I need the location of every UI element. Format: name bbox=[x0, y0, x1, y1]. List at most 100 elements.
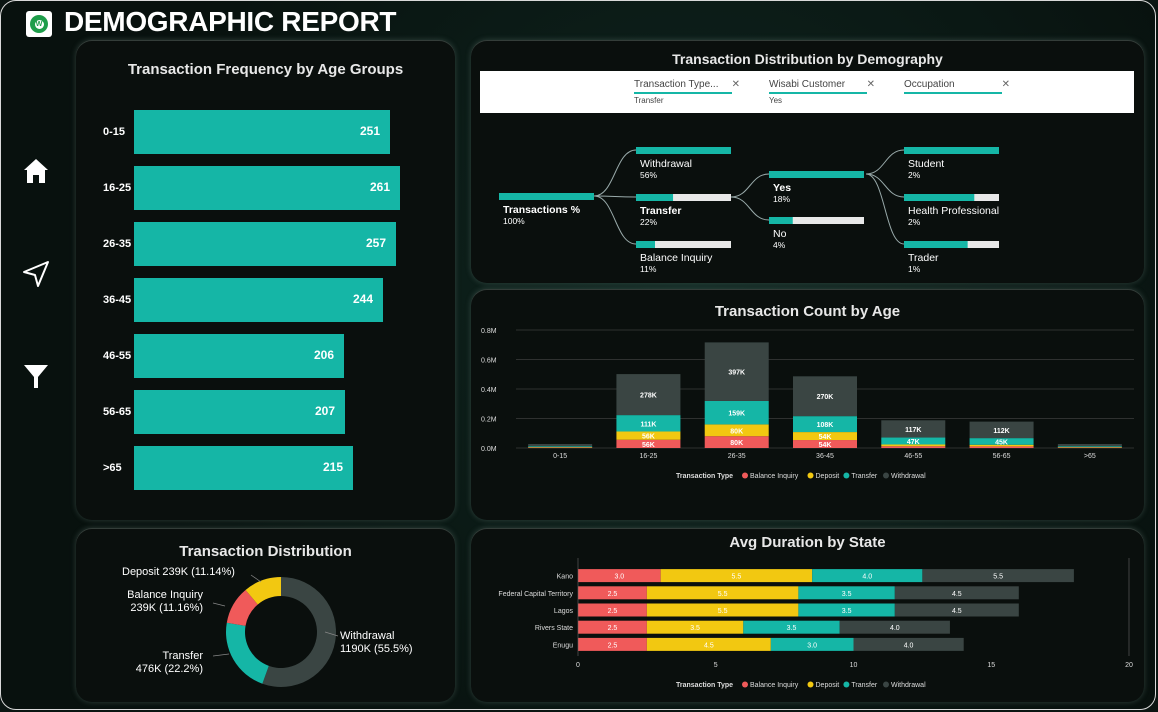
legend-label[interactable]: Transfer bbox=[851, 682, 877, 689]
legend-label[interactable]: Deposit bbox=[816, 682, 840, 689]
node-bar-fill bbox=[636, 147, 731, 154]
distribution-card: Transaction Distribution Withdrawal 1190K… bbox=[76, 528, 455, 702]
legend-swatch bbox=[807, 472, 814, 479]
node-bar-fill bbox=[769, 217, 793, 224]
age-bar[interactable]: 206 bbox=[134, 334, 344, 378]
y-tick-label: 0.4M bbox=[481, 387, 497, 394]
legend-swatch bbox=[742, 681, 748, 688]
age-bar[interactable]: 257 bbox=[134, 222, 396, 266]
decomposition-tree: Transactions %100%Withdrawal56%Transfer2… bbox=[499, 147, 999, 274]
filter-icon[interactable] bbox=[20, 360, 52, 392]
state-label: Lagos bbox=[554, 608, 574, 615]
state-label: Enugu bbox=[553, 642, 573, 649]
count-bar-segment[interactable] bbox=[881, 446, 946, 448]
node-label: Transfer bbox=[640, 205, 681, 217]
age-bar[interactable]: 251 bbox=[134, 110, 390, 154]
tree-node-customer[interactable]: Yes18% bbox=[769, 171, 864, 204]
tree-node-type[interactable]: Withdrawal56% bbox=[636, 147, 731, 180]
node-bar-fill bbox=[904, 241, 968, 248]
donut-label: Withdrawal bbox=[340, 630, 394, 642]
duration-data-label: 3.5 bbox=[690, 625, 700, 632]
legend-label[interactable]: Deposit bbox=[816, 473, 840, 480]
count-bar-segment[interactable] bbox=[1057, 446, 1122, 448]
demography-card: Transaction Distribution by Demography T… bbox=[471, 40, 1144, 283]
home-icon[interactable] bbox=[20, 155, 52, 187]
age-bar[interactable]: 215 bbox=[134, 446, 353, 490]
x-tick-label: 5 bbox=[714, 662, 718, 669]
tree-node-type[interactable]: Transfer22% bbox=[636, 194, 731, 227]
node-pct: 56% bbox=[640, 170, 657, 180]
state-label: Federal Capital Territory bbox=[498, 591, 573, 598]
x-tick-label: 16-25 bbox=[639, 453, 657, 460]
donut-leader bbox=[212, 653, 230, 657]
node-pct: 18% bbox=[773, 194, 790, 204]
count-bar-segment[interactable] bbox=[1057, 444, 1122, 447]
navigate-icon[interactable] bbox=[20, 258, 52, 290]
count-data-label: 159K bbox=[728, 411, 745, 418]
legend-swatch bbox=[742, 472, 748, 479]
count-bar-segment[interactable] bbox=[528, 444, 593, 447]
tree-node-occupation[interactable]: Health Professional2% bbox=[904, 194, 999, 227]
age-bar[interactable]: 261 bbox=[134, 166, 400, 210]
duration-data-label: 3.0 bbox=[807, 642, 817, 649]
count-data-label: 108K bbox=[817, 422, 834, 429]
duration-card: Avg Duration by State Kano 3.0 5.5 4.0 5.5 Fe… bbox=[471, 528, 1144, 702]
duration-data-label: 3.5 bbox=[787, 625, 797, 632]
age-bar[interactable]: 207 bbox=[134, 390, 345, 434]
tree-node-type[interactable]: Balance Inquiry11% bbox=[636, 241, 731, 274]
donut-label: Balance Inquiry bbox=[127, 589, 203, 601]
legend-label[interactable]: Withdrawal bbox=[891, 473, 926, 480]
age-bar-value: 257 bbox=[365, 236, 386, 250]
x-tick-label: 26-35 bbox=[728, 453, 746, 460]
node-pct: 1% bbox=[908, 264, 921, 274]
legend-title: Transaction Type bbox=[676, 682, 733, 689]
donut-slice[interactable] bbox=[226, 622, 269, 684]
tree-node-root[interactable]: Transactions %100% bbox=[499, 193, 594, 226]
tree-node-occupation[interactable]: Trader1% bbox=[904, 241, 999, 274]
duration-data-label: 5.5 bbox=[718, 591, 728, 598]
distribution-donut: Withdrawal1190K (55.5%) Transfer476K (22.… bbox=[122, 566, 413, 687]
tree-link bbox=[865, 173, 905, 198]
age-tick-label: 26-35 bbox=[103, 238, 132, 250]
y-tick-label: 0.2M bbox=[481, 417, 497, 424]
age-tick-label: 36-45 bbox=[103, 294, 132, 306]
node-label: Yes bbox=[773, 182, 791, 194]
node-label: Transactions % bbox=[503, 204, 581, 216]
count-data-label: 117K bbox=[905, 427, 921, 434]
node-bar-fill bbox=[636, 194, 674, 201]
legend-label[interactable]: Transfer bbox=[851, 473, 877, 480]
legend-label[interactable]: Balance Inquiry bbox=[750, 473, 799, 480]
count-bar-segment[interactable] bbox=[528, 446, 593, 448]
donut-value: 476K (22.2%) bbox=[136, 663, 203, 675]
tree-link bbox=[730, 196, 770, 221]
node-label: Trader bbox=[908, 252, 939, 264]
node-pct: 2% bbox=[908, 217, 921, 227]
age-bar[interactable]: 244 bbox=[134, 278, 383, 322]
node-pct: 100% bbox=[503, 216, 525, 226]
tree-link bbox=[865, 173, 905, 245]
node-label: No bbox=[773, 228, 787, 240]
duration-data-label: 3.5 bbox=[842, 608, 852, 615]
x-tick-label: >65 bbox=[1084, 453, 1096, 460]
node-bar-fill bbox=[904, 194, 975, 201]
count-data-label: 80K bbox=[730, 428, 743, 435]
legend-label[interactable]: Withdrawal bbox=[891, 682, 926, 689]
count-data-label: 80K bbox=[730, 440, 743, 447]
tree-link bbox=[730, 173, 770, 198]
duration-data-label: 4.0 bbox=[904, 642, 914, 649]
tree-node-occupation[interactable]: Student2% bbox=[904, 147, 999, 180]
duration-data-label: 4.5 bbox=[704, 642, 714, 649]
legend-label[interactable]: Balance Inquiry bbox=[750, 682, 799, 689]
tree-node-customer[interactable]: No4% bbox=[769, 217, 864, 250]
age-groups-card: Transaction Frequency by Age Groups 0-15… bbox=[76, 40, 455, 520]
x-tick-label: 46-55 bbox=[904, 453, 922, 460]
y-tick-label: 0.6M bbox=[481, 358, 497, 365]
age-tick-label: 0-15 bbox=[103, 126, 126, 138]
age-tick-label: >65 bbox=[103, 462, 122, 474]
duration-data-label: 2.5 bbox=[608, 625, 618, 632]
y-tick-label: 0.0M bbox=[481, 446, 497, 453]
node-label: Balance Inquiry bbox=[640, 252, 713, 264]
age-bar-value: 251 bbox=[359, 124, 380, 138]
count-bar-segment[interactable] bbox=[969, 446, 1034, 448]
tree-link bbox=[593, 149, 637, 197]
